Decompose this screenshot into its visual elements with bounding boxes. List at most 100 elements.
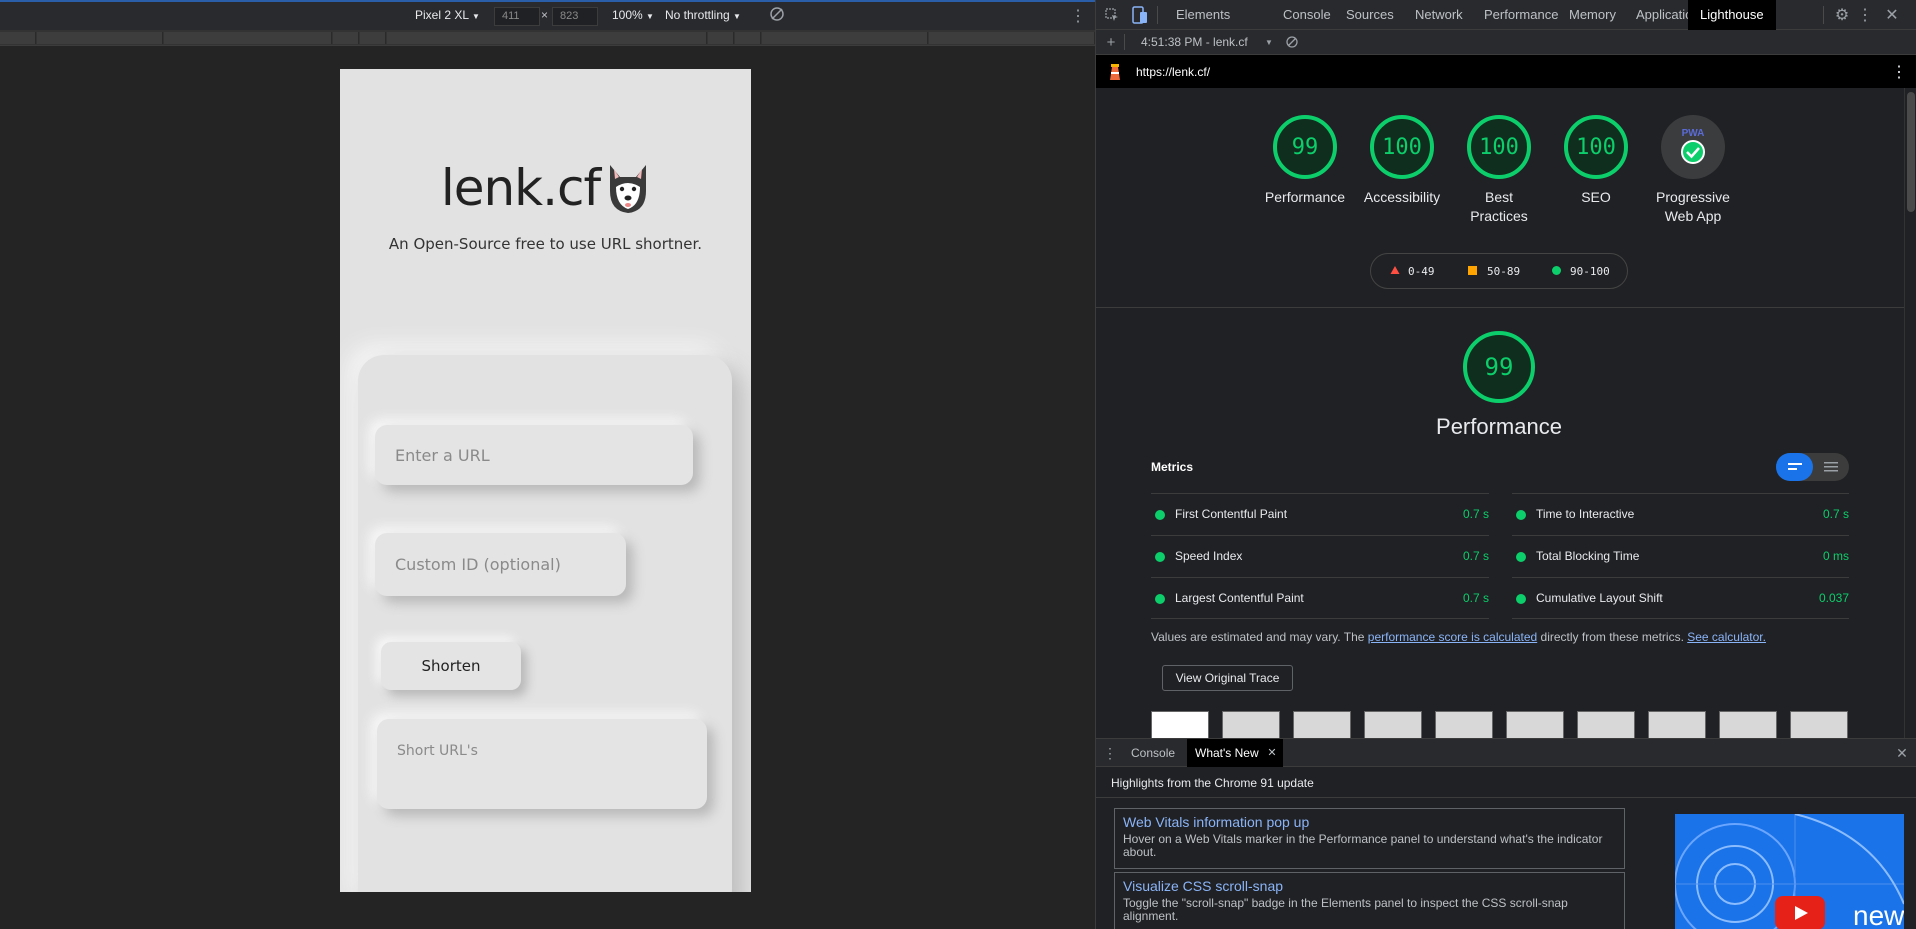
tab-sources[interactable]: Sources [1346,0,1394,30]
performance-gauge[interactable]: 99 [1273,115,1337,179]
short-urls-output[interactable]: Short URL's [377,719,707,809]
throttling-select[interactable]: No throttling ▼ [665,8,741,22]
news-description: Toggle the "scroll-snap" badge in the El… [1123,896,1568,923]
gear-icon[interactable]: ⚙ [1833,6,1851,24]
filmstrip-frame [1506,711,1564,738]
ruler-segment[interactable] [360,32,386,44]
more-options-icon[interactable]: ⋮ [1857,5,1873,25]
filmstrip-frame [1719,711,1777,738]
more-options-icon[interactable]: ⋮ [1070,6,1086,26]
youtube-play-icon[interactable] [1775,896,1825,929]
ruler-segment[interactable] [0,32,36,44]
best-practices-gauge[interactable]: 100 [1467,115,1531,179]
chevron-down-icon: ▼ [733,12,741,21]
tab-network[interactable]: Network [1415,0,1463,30]
height-input[interactable]: 823 [552,7,598,26]
news-item[interactable]: Web Vitals information pop up Hover on a… [1114,808,1625,869]
ruler-segment[interactable] [333,32,359,44]
performance-score-gauge: 99 [1463,331,1535,403]
report-url[interactable]: https://lenk.cf/ [1136,65,1210,79]
metrics-compact-view-icon[interactable] [1776,453,1813,481]
close-tab-icon[interactable]: ✕ [1267,739,1276,767]
tab-performance[interactable]: Performance [1484,0,1558,30]
scrollbar-thumb[interactable] [1907,92,1915,212]
report-select[interactable]: 4:51:38 PM - lenk.cf [1141,35,1248,49]
zoom-select[interactable]: 100% ▼ [612,8,654,22]
devtools-panel: Elements Console Sources Network Perform… [1095,0,1916,929]
drawer-tabbar: ⋮ Console What's New ✕ ✕ [1096,739,1916,767]
section-divider [1096,307,1904,308]
tab-elements[interactable]: Elements [1176,0,1230,30]
custom-id-input[interactable]: Custom ID (optional) [375,533,626,596]
drawer-menu-icon[interactable]: ⋮ [1103,744,1117,762]
device-select[interactable]: Pixel 2 XL ▼ [415,8,480,22]
seo-gauge[interactable]: 100 [1564,115,1628,179]
pass-circle-icon [1155,510,1165,520]
news-item[interactable]: Visualize CSS scroll-snap Toggle the "sc… [1114,872,1625,929]
calculator-link[interactable]: See calculator. [1687,630,1766,644]
news-title[interactable]: Web Vitals information pop up [1123,814,1616,830]
pwa-badge[interactable]: PWA [1661,115,1725,179]
ruler-segment[interactable] [735,32,761,44]
tab-memory[interactable]: Memory [1569,0,1616,30]
device-emulation-pane: Pixel 2 XL ▼ 411 × 823 100% ▼ No throttl… [0,0,1095,929]
pass-circle-icon [1516,594,1526,604]
score-calculation-link[interactable]: performance score is calculated [1368,630,1537,644]
score-legend: 0-49 50-89 90-100 [1370,253,1628,289]
device-toolbar-icon[interactable] [1131,5,1149,25]
ruler-segment[interactable] [708,32,734,44]
add-icon[interactable]: + [1104,34,1118,51]
metric-name: Time to Interactive [1536,507,1635,521]
metrics-title: Metrics [1151,460,1194,474]
media-query-ruler [0,30,1095,46]
filmstrip-frame [1577,711,1635,738]
metric-name: Cumulative Layout Shift [1536,591,1663,605]
clear-icon[interactable] [1285,35,1299,49]
ruler-segment[interactable] [164,32,332,44]
inspect-element-icon[interactable] [1104,7,1120,23]
lighthouse-report: 99 Performance 100 Accessibility 100 Bes… [1096,88,1904,738]
toolbar-divider [1124,34,1125,50]
shorten-button[interactable]: Shorten [381,642,521,690]
ruler-segment[interactable] [762,32,928,44]
zoom-value: 100% [612,8,643,22]
devtools-tabbar: Elements Console Sources Network Perform… [1096,0,1916,30]
metric-first-contentful-paint: First Contentful Paint 0.7 s [1151,493,1489,535]
estimate-note: Values are estimated and may vary. The p… [1151,630,1766,644]
note-text: Values are estimated and may vary. The [1151,630,1368,644]
devtools-drawer: ⋮ Console What's New ✕ ✕ Highlights from … [1096,738,1916,929]
chevron-down-icon[interactable]: ▼ [1263,35,1275,49]
video-thumbnail[interactable]: new [1675,814,1904,929]
tab-lighthouse[interactable]: Lighthouse [1688,0,1776,30]
emulated-viewport: lenk.cf An Open-Source free to use URL s… [340,69,751,892]
metric-name: Largest Contentful Paint [1175,591,1304,605]
metric-value: 0.7 s [1462,507,1489,521]
news-title[interactable]: Visualize CSS scroll-snap [1123,878,1616,894]
rotate-icon[interactable] [769,6,785,25]
drawer-tab-console[interactable]: Console [1131,746,1175,760]
url-input[interactable]: Enter a URL [375,425,693,485]
report-menu-icon[interactable]: ⋮ [1891,63,1907,81]
width-input[interactable]: 411 [494,7,540,26]
report-scrollbar[interactable] [1904,88,1916,738]
view-original-trace-button[interactable]: View Original Trace [1162,665,1293,691]
whats-new-headline: Highlights from the Chrome 91 update [1111,776,1314,790]
report-select-value: 4:51:38 PM - lenk.cf [1141,35,1248,49]
metrics-expanded-view-icon[interactable] [1812,453,1849,481]
husky-icon [610,164,647,213]
filmstrip-frame [1151,711,1209,738]
gauge-label: Best Practices [1449,188,1549,226]
accessibility-gauge[interactable]: 100 [1370,115,1434,179]
metric-total-blocking-time: Total Blocking Time 0 ms [1512,535,1849,577]
ruler-segment[interactable] [387,32,707,44]
metrics-view-toggle[interactable] [1776,453,1849,481]
drawer-tab-whats-new[interactable]: What's New ✕ [1187,739,1283,767]
tab-console[interactable]: Console [1283,0,1331,30]
ruler-segment[interactable] [929,32,1095,44]
ruler-segment[interactable] [37,32,163,44]
pass-circle-icon [1516,552,1526,562]
video-title-text: new [1853,900,1904,929]
average-square-icon [1468,266,1477,275]
close-drawer-icon[interactable]: ✕ [1894,745,1910,761]
close-icon[interactable]: ✕ [1883,6,1901,24]
